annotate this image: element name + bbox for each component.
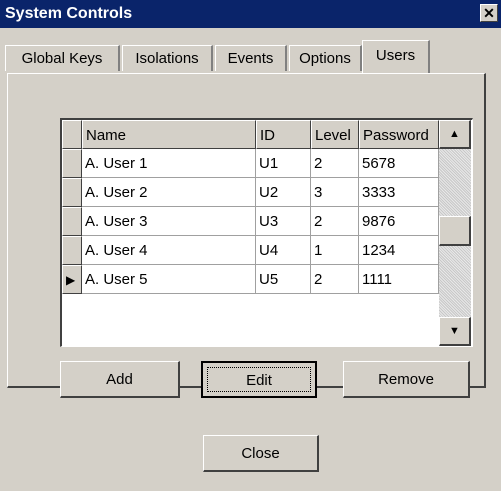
- user-name-cell[interactable]: A. User 2: [82, 178, 256, 207]
- table-row[interactable]: A. User 3 U3 2 9876: [62, 207, 439, 236]
- user-password-cell[interactable]: 3333: [359, 178, 439, 207]
- user-password-cell[interactable]: 1111: [359, 265, 439, 294]
- tab-users[interactable]: Users: [362, 40, 430, 73]
- user-name-cell[interactable]: A. User 1: [82, 149, 256, 178]
- scroll-down-icon[interactable]: ▼: [439, 317, 471, 346]
- table-row[interactable]: ▶ A. User 5 U5 2 1111: [62, 265, 439, 294]
- column-header-password[interactable]: Password: [359, 120, 439, 149]
- user-level-cell[interactable]: 2: [311, 265, 359, 294]
- user-id-cell[interactable]: U1: [256, 149, 311, 178]
- user-password-cell[interactable]: 9876: [359, 207, 439, 236]
- user-level-cell[interactable]: 1: [311, 236, 359, 265]
- users-grid[interactable]: Name ID Level Password A. User 1 U1 2 56…: [60, 118, 473, 347]
- user-password-cell[interactable]: 5678: [359, 149, 439, 178]
- row-indicator-header: [62, 120, 82, 149]
- row-indicator-current[interactable]: ▶: [62, 265, 82, 294]
- close-button[interactable]: Close: [203, 435, 319, 472]
- row-indicator[interactable]: [62, 149, 82, 178]
- user-id-cell[interactable]: U4: [256, 236, 311, 265]
- title-bar[interactable]: System Controls ✕: [0, 0, 501, 28]
- row-indicator[interactable]: [62, 236, 82, 265]
- table-row[interactable]: A. User 1 U1 2 5678: [62, 149, 439, 178]
- tab-options[interactable]: Options: [289, 45, 362, 71]
- edit-button-label: Edit: [207, 367, 311, 392]
- user-level-cell[interactable]: 2: [311, 149, 359, 178]
- scroll-up-icon[interactable]: ▲: [439, 120, 471, 149]
- column-header-level[interactable]: Level: [311, 120, 359, 149]
- tab-events[interactable]: Events: [215, 45, 287, 71]
- user-id-cell[interactable]: U2: [256, 178, 311, 207]
- user-level-cell[interactable]: 3: [311, 178, 359, 207]
- remove-button[interactable]: Remove: [343, 361, 470, 398]
- edit-button[interactable]: Edit: [201, 361, 317, 398]
- table-row[interactable]: A. User 2 U2 3 3333: [62, 178, 439, 207]
- scroll-thumb[interactable]: [439, 216, 471, 246]
- column-header-name[interactable]: Name: [82, 120, 256, 149]
- column-header-id[interactable]: ID: [256, 120, 311, 149]
- tab-strip: Global Keys Isolations Events Options Us…: [0, 28, 501, 74]
- tab-global-keys[interactable]: Global Keys: [5, 45, 120, 71]
- user-level-cell[interactable]: 2: [311, 207, 359, 236]
- user-name-cell[interactable]: A. User 5: [82, 265, 256, 294]
- user-id-cell[interactable]: U5: [256, 265, 311, 294]
- row-indicator[interactable]: [62, 207, 82, 236]
- grid-header-row: Name ID Level Password: [62, 120, 439, 149]
- add-button[interactable]: Add: [60, 361, 180, 398]
- user-name-cell[interactable]: A. User 3: [82, 207, 256, 236]
- window-title: System Controls: [5, 5, 133, 22]
- user-password-cell[interactable]: 1234: [359, 236, 439, 265]
- current-row-arrow-icon: ▶: [66, 273, 76, 287]
- user-id-cell[interactable]: U3: [256, 207, 311, 236]
- system-controls-window: System Controls ✕ Global Keys Isolations…: [0, 0, 501, 491]
- table-row[interactable]: A. User 4 U4 1 1234: [62, 236, 439, 265]
- close-icon[interactable]: ✕: [480, 4, 498, 22]
- tab-isolations[interactable]: Isolations: [122, 45, 213, 71]
- user-name-cell[interactable]: A. User 4: [82, 236, 256, 265]
- vertical-scrollbar[interactable]: ▲ ▼: [439, 120, 471, 346]
- row-indicator[interactable]: [62, 178, 82, 207]
